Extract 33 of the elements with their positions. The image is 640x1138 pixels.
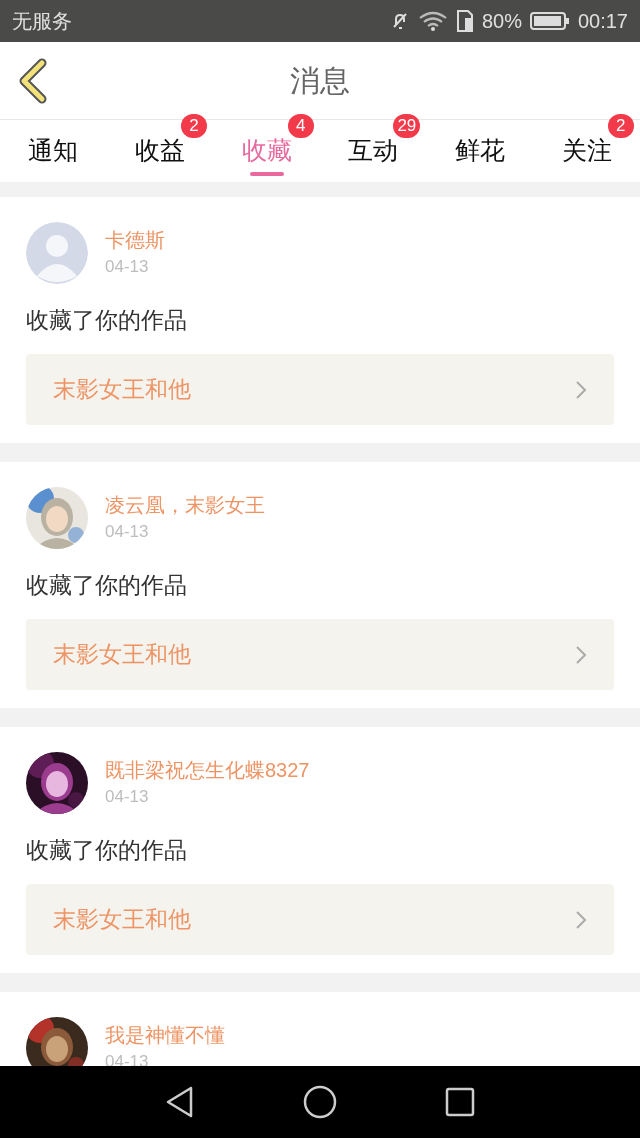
count-badge: 29 bbox=[393, 114, 421, 138]
tab-indicator bbox=[249, 171, 284, 176]
tab[interactable]: 通知 bbox=[28, 120, 79, 182]
work-link[interactable]: 末影女王和他 bbox=[26, 619, 614, 690]
work-link[interactable]: 末影女王和他 bbox=[26, 884, 614, 955]
sim-icon bbox=[455, 10, 474, 32]
avatar-icon bbox=[26, 222, 88, 284]
battery-icon bbox=[529, 11, 570, 31]
message-text: 收藏了你的作品 bbox=[26, 571, 188, 600]
user-name[interactable]: 我是神懂不懂 bbox=[105, 1021, 225, 1049]
user-name[interactable]: 凌云凰，末影女王 bbox=[105, 491, 265, 519]
chevron-icon bbox=[575, 909, 587, 930]
recents-nav-button[interactable] bbox=[443, 1085, 477, 1119]
count-badge: 2 bbox=[607, 114, 634, 138]
clock: 00:17 bbox=[577, 9, 628, 34]
chevron-icon bbox=[575, 644, 587, 665]
message-date: 04-13 bbox=[105, 521, 150, 543]
home-nav-button[interactable] bbox=[303, 1085, 337, 1119]
work-link[interactable]: 末影女王和他 bbox=[26, 354, 614, 425]
user-name[interactable]: 既非梁祝怎生化蝶8327 bbox=[105, 756, 310, 784]
message-date: 04-13 bbox=[105, 256, 150, 278]
carrier-label: 无服务 bbox=[12, 9, 72, 34]
tab[interactable]: 鲜花 bbox=[455, 120, 505, 182]
message-text: 收藏了你的作品 bbox=[26, 836, 188, 865]
wifi-icon bbox=[417, 11, 448, 31]
count-badge: 2 bbox=[181, 114, 207, 138]
message-date: 04-13 bbox=[105, 786, 150, 808]
battery-percent: 80% bbox=[481, 9, 522, 34]
count-badge: 4 bbox=[287, 114, 314, 138]
message-text: 收藏了你的作品 bbox=[26, 306, 188, 335]
page-title: 消息 bbox=[290, 63, 350, 99]
chevron-icon bbox=[575, 379, 587, 400]
user-name[interactable]: 卡德斯 bbox=[105, 226, 165, 254]
